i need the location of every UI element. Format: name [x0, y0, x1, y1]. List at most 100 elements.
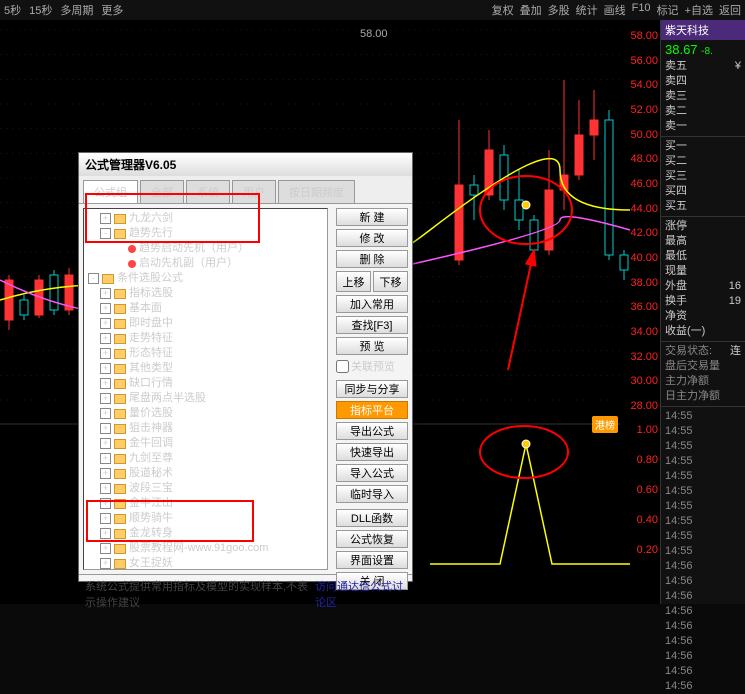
toolbar-item[interactable]: 标记: [657, 2, 679, 18]
dialog-tab[interactable]: 用户: [232, 180, 276, 203]
tree-toggle-icon[interactable]: +: [100, 378, 111, 389]
tree-toggle-icon[interactable]: +: [100, 333, 111, 344]
toolbar-item[interactable]: F10: [632, 2, 651, 18]
tree-toggle-icon[interactable]: +: [100, 468, 111, 479]
search-button[interactable]: 查找[F3]: [336, 316, 408, 334]
footer-link[interactable]: 访问通达信公式讨论区: [315, 578, 406, 610]
tree-label: 股票教程网-www.91goo.com: [129, 541, 268, 556]
dialog-tab[interactable]: 公式组: [83, 180, 138, 203]
tree-toggle-icon[interactable]: +: [100, 423, 111, 434]
tree-label: 指标选股: [129, 286, 173, 301]
tree-node[interactable]: +狙击神器: [86, 421, 325, 436]
sync-button[interactable]: 同步与分享: [336, 380, 408, 398]
time-row: 14:55: [661, 469, 745, 484]
folder-icon: [114, 214, 126, 224]
related-checkbox[interactable]: [336, 360, 349, 373]
tree-node[interactable]: -趋势先行: [86, 226, 325, 241]
dll-button[interactable]: DLL函数: [336, 509, 408, 527]
tree-toggle-icon[interactable]: +: [100, 483, 111, 494]
tree-node[interactable]: + 顺势骑牛: [86, 511, 325, 526]
folder-icon: [114, 454, 126, 464]
tree-toggle-icon[interactable]: +: [100, 513, 111, 524]
tree-toggle-icon[interactable]: +: [100, 213, 111, 224]
tree-toggle-icon[interactable]: +: [100, 318, 111, 329]
timeframe-item[interactable]: 更多: [101, 2, 123, 18]
import-button[interactable]: 导入公式: [336, 464, 408, 482]
tree-toggle-icon[interactable]: +: [100, 453, 111, 464]
setting-button[interactable]: 界面设置: [336, 551, 408, 569]
formula-tree[interactable]: +九龙六剑-趋势先行趋势启动先机（用户）启动先机副（用户）-条件选股公式 + 指标选…: [83, 208, 328, 570]
tree-node[interactable]: +量价选股: [86, 406, 325, 421]
tempimport-button[interactable]: 临时导入: [336, 485, 408, 503]
up-button[interactable]: 上移: [336, 271, 371, 292]
tree-node[interactable]: +尾盘两点半选股: [86, 391, 325, 406]
tree-node[interactable]: 趋势启动先机（用户）: [86, 241, 325, 256]
platform-button[interactable]: 指标平台: [336, 401, 408, 419]
info-row: 收益(一): [661, 324, 745, 339]
toolbar-item[interactable]: 画线: [604, 2, 626, 18]
tree-toggle-icon[interactable]: +: [100, 348, 111, 359]
time-row: 14:56: [661, 604, 745, 619]
tree-node[interactable]: +金牛江山: [86, 496, 325, 511]
toolbar-item[interactable]: 复权: [492, 2, 514, 18]
tree-node[interactable]: +形态特征: [86, 346, 325, 361]
tree-toggle-icon[interactable]: -: [88, 273, 99, 284]
toolbar-item[interactable]: +自选: [685, 2, 713, 18]
tree-label: 顺势骑牛: [129, 511, 173, 526]
tree-node[interactable]: +其他类型: [86, 361, 325, 376]
tree-node[interactable]: +波段三宝: [86, 481, 325, 496]
tree-toggle-icon[interactable]: -: [100, 228, 111, 239]
toolbar-right: 复权叠加多股统计画线 F10 标记 +自选返回: [492, 2, 741, 18]
delete-button[interactable]: 删 除: [336, 250, 408, 268]
tree-toggle-icon[interactable]: +: [100, 558, 111, 569]
tree-toggle-icon[interactable]: +: [100, 528, 111, 539]
stock-name[interactable]: 紫天科技: [661, 20, 745, 40]
tree-toggle-icon[interactable]: +: [100, 363, 111, 374]
time-row: 14:55: [661, 439, 745, 454]
tree-node[interactable]: + 股票教程网-www.91goo.com: [86, 541, 325, 556]
tree-toggle-icon[interactable]: +: [100, 438, 111, 449]
new-button[interactable]: 新 建: [336, 208, 408, 226]
edit-button[interactable]: 修 改: [336, 229, 408, 247]
tree-toggle-icon[interactable]: +: [100, 393, 111, 404]
tree-node[interactable]: + 指标选股: [86, 286, 325, 301]
tree-label: 金龙转身: [129, 526, 173, 541]
tree-node[interactable]: -条件选股公式: [86, 271, 325, 286]
tree-toggle-icon[interactable]: +: [100, 303, 111, 314]
formula-manager-dialog[interactable]: 公式管理器V6.05 公式组全部系统用户按日期频度 +九龙六剑-趋势先行趋势启动…: [78, 152, 413, 582]
tree-toggle-icon[interactable]: +: [100, 498, 111, 509]
dialog-buttons: 新 建 修 改 删 除 上移下移 加入常用 查找[F3] 预 览 关联预览 同步…: [332, 204, 412, 574]
timeframe-item[interactable]: 15秒: [29, 2, 52, 18]
tree-node[interactable]: +股道秘术: [86, 466, 325, 481]
down-button[interactable]: 下移: [373, 271, 408, 292]
time-row: 14:56: [661, 589, 745, 604]
fastexport-button[interactable]: 快速导出: [336, 443, 408, 461]
preview-button[interactable]: 预 览: [336, 337, 408, 355]
dialog-tab[interactable]: 全部: [140, 180, 184, 203]
tree-node[interactable]: +女王捉妖: [86, 556, 325, 570]
tree-toggle-icon[interactable]: +: [100, 288, 111, 299]
tree-toggle-icon[interactable]: +: [100, 408, 111, 419]
toolbar-item[interactable]: 返回: [719, 2, 741, 18]
toolbar-item[interactable]: 统计: [576, 2, 598, 18]
restore-button[interactable]: 公式恢复: [336, 530, 408, 548]
timeframe-item[interactable]: 多周期: [60, 2, 93, 18]
tree-node[interactable]: +缺口行情: [86, 376, 325, 391]
addcommon-button[interactable]: 加入常用: [336, 295, 408, 313]
tree-node[interactable]: +即时盘中: [86, 316, 325, 331]
tree-node[interactable]: 启动先机副（用户）: [86, 256, 325, 271]
tree-node[interactable]: +基本面: [86, 301, 325, 316]
tree-node[interactable]: + 金龙转身: [86, 526, 325, 541]
timeframe-item[interactable]: 5秒: [4, 2, 21, 18]
dialog-tab[interactable]: 系统: [186, 180, 230, 203]
dialog-tab[interactable]: 按日期频度: [278, 180, 355, 203]
quote-panel: 紫天科技 38.67 -8. 卖五¥卖四卖三卖二卖一 买一买二买三买四买五 涨停…: [660, 20, 745, 604]
tree-node[interactable]: +走势特征: [86, 331, 325, 346]
export-button[interactable]: 导出公式: [336, 422, 408, 440]
tree-toggle-icon[interactable]: +: [100, 543, 111, 554]
tree-node[interactable]: +九龙六剑: [86, 211, 325, 226]
toolbar-item[interactable]: 多股: [548, 2, 570, 18]
toolbar-item[interactable]: 叠加: [520, 2, 542, 18]
tree-node[interactable]: +九剑至尊: [86, 451, 325, 466]
tree-node[interactable]: +金牛回调: [86, 436, 325, 451]
